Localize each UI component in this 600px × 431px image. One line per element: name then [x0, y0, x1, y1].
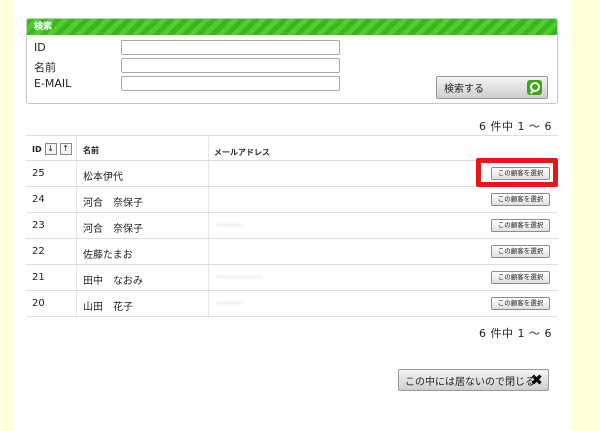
column-divider: [76, 161, 77, 186]
select-customer-button[interactable]: この顧客を選択: [491, 193, 550, 206]
table-row: 23 河合 奈保子 ·········· この顧客を選択: [26, 213, 558, 239]
search-button[interactable]: 検索する: [436, 76, 548, 99]
column-divider: [208, 265, 209, 290]
row-id: 20: [32, 298, 45, 309]
table-row: 20 山田 花子 ·········· この顧客を選択: [26, 291, 558, 317]
customer-search-dialog: 検索 ID 名前 E-MAIL 検索する 6 件中 1 〜 6 ID ↓ ↑ 名: [14, 0, 572, 431]
row-name: 山田 花子: [83, 302, 133, 313]
column-divider: [76, 291, 77, 316]
column-divider: [208, 136, 209, 160]
email-input[interactable]: [121, 76, 340, 91]
name-input[interactable]: [121, 58, 340, 73]
select-customer-button[interactable]: この顧客を選択: [491, 297, 550, 310]
id-label: ID: [34, 41, 46, 54]
result-count-top: 6 件中 1 〜 6: [479, 120, 552, 133]
row-email: ··················: [216, 273, 262, 282]
column-divider: [208, 213, 209, 238]
row-id: 24: [32, 194, 45, 205]
row-name: 河合 奈保子: [83, 198, 143, 209]
row-id: 22: [32, 246, 45, 257]
name-label: 名前: [34, 61, 56, 74]
column-divider: [76, 265, 77, 290]
highlight-box: [476, 158, 558, 187]
search-button-label: 検索する: [444, 84, 484, 95]
email-header: メールアドレス: [214, 148, 270, 157]
table-row: 24 河合 奈保子 この顧客を選択: [26, 187, 558, 213]
column-divider: [76, 213, 77, 238]
select-customer-button[interactable]: この顧客を選択: [491, 271, 550, 284]
table-row: 21 田中 なおみ ·················· この顧客を選択: [26, 265, 558, 291]
column-divider: [208, 291, 209, 316]
select-customer-button[interactable]: この顧客を選択: [491, 219, 550, 232]
row-name: 河合 奈保子: [83, 224, 143, 235]
close-dialog-button[interactable]: この中には居ないので閉じる ✖: [398, 369, 549, 391]
search-form: 検索 ID 名前 E-MAIL 検索する: [26, 18, 558, 104]
close-button-label: この中には居ないので閉じる: [405, 376, 535, 388]
row-id: 21: [32, 272, 45, 283]
result-count-bottom: 6 件中 1 〜 6: [479, 327, 552, 340]
id-row: ID: [27, 40, 557, 58]
column-divider: [76, 239, 77, 264]
sort-ascending-button[interactable]: ↓: [44, 143, 57, 155]
column-divider: [208, 161, 209, 186]
row-name: 松本伊代: [83, 172, 123, 183]
search-form-header: 検索: [27, 19, 557, 35]
left-margin: [0, 0, 14, 431]
column-divider: [76, 136, 77, 160]
sort-descending-button[interactable]: ↑: [59, 143, 72, 155]
table-row: 22 佐藤たまお この顧客を選択: [26, 239, 558, 265]
select-customer-button[interactable]: この顧客を選択: [491, 245, 550, 258]
row-name: 田中 なおみ: [83, 276, 143, 287]
name-header: 名前: [83, 146, 99, 155]
row-id: 23: [32, 220, 45, 231]
id-header: ID ↓ ↑: [32, 143, 72, 155]
id-input[interactable]: [121, 40, 340, 55]
column-divider: [208, 187, 209, 212]
name-row: 名前: [27, 58, 557, 76]
email-label: E-MAIL: [34, 77, 72, 90]
column-divider: [76, 187, 77, 212]
search-icon: [527, 80, 542, 95]
id-header-label: ID: [32, 144, 42, 154]
column-divider: [208, 239, 209, 264]
row-name: 佐藤たまお: [83, 250, 133, 261]
row-email: [216, 195, 336, 205]
row-email: [216, 169, 336, 179]
row-email: ··········: [216, 299, 242, 308]
close-icon: ✖: [530, 371, 543, 389]
row-id: 25: [32, 168, 45, 179]
row-email: [216, 247, 336, 257]
row-email: ··········: [216, 221, 242, 230]
